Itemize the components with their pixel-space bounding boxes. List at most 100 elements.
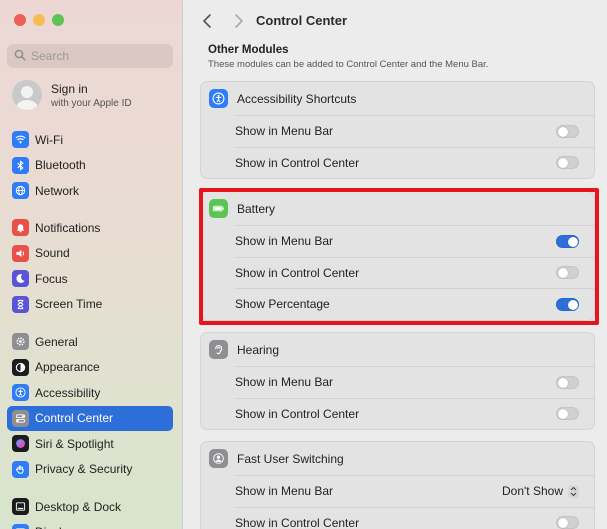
chevron-left-icon (203, 14, 211, 28)
sidebar-item-label: General (35, 334, 78, 349)
sidebar-item-label: Screen Time (35, 297, 103, 312)
toggle-switch[interactable] (556, 156, 579, 170)
sidebar-item-control-center[interactable]: Control Center (7, 405, 173, 431)
toggle-switch[interactable] (556, 266, 579, 280)
dock-icon (12, 498, 29, 516)
battery-icon (209, 199, 228, 218)
sidebar-item-label: Displays (35, 525, 80, 529)
module-card-battery: Battery Show in Menu Bar Show in Control C… (200, 191, 595, 321)
setting-row: Show in Control Center (235, 146, 594, 179)
moon-icon (12, 270, 29, 288)
sidebar-item-displays[interactable]: Displays (7, 520, 173, 529)
sidebar-item-screen-time[interactable]: Screen Time (7, 292, 173, 318)
apple-id-signin[interactable]: Sign in with your Apple ID (12, 80, 132, 110)
sidebar-item-focus[interactable]: Focus (7, 266, 173, 292)
setting-row: Show in Control Center (235, 506, 594, 529)
control-center-icon (12, 409, 29, 427)
sidebar-item-label: Control Center (35, 411, 114, 426)
toggle-switch[interactable] (556, 375, 579, 389)
toggle-switch[interactable] (556, 234, 579, 248)
setting-label: Show in Menu Bar (235, 484, 334, 499)
gear-icon (12, 333, 29, 351)
toggle-switch[interactable] (556, 297, 579, 311)
page-title: Control Center (256, 13, 347, 28)
sidebar-item-bluetooth[interactable]: Bluetooth (7, 153, 173, 179)
updown-chevron-icon (568, 484, 579, 498)
sidebar-item-desktop-dock[interactable]: Desktop & Dock (7, 494, 173, 520)
main-panel: Control Center Other Modules These modul… (184, 0, 607, 529)
close-button[interactable] (14, 14, 26, 26)
setting-label: Show Percentage (235, 297, 330, 312)
sidebar-item-sound[interactable]: Sound (7, 241, 173, 267)
user-switch-icon (209, 449, 228, 468)
globe-icon (12, 182, 29, 200)
section-description: These modules can be added to Control Ce… (208, 59, 489, 70)
toggle-knob (558, 158, 568, 169)
account-subtitle: with your Apple ID (51, 97, 132, 109)
zoom-button[interactable] (52, 14, 64, 26)
appearance-icon (12, 358, 29, 376)
module-title: Hearing (237, 342, 280, 357)
setting-row: Show in Control Center (235, 256, 594, 289)
sidebar-item-notifications[interactable]: Notifications (7, 215, 173, 241)
window-controls (14, 14, 64, 26)
accessibility-icon (209, 89, 228, 108)
sidebar-item-label: Desktop & Dock (35, 499, 122, 514)
sidebar-group: Wi-Fi Bluetooth Network (7, 127, 173, 204)
setting-label: Show in Control Center (235, 406, 360, 421)
setting-row: Show in Menu Bar (235, 115, 594, 147)
setting-row: Show Percentage (235, 288, 594, 320)
forward-button[interactable] (229, 11, 249, 31)
toggle-knob (558, 268, 568, 279)
search-input[interactable] (31, 49, 161, 63)
setting-row: Show in Menu Bar (235, 225, 594, 257)
sidebar-group: General Appearance Accessibility Control Ce… (7, 329, 173, 482)
setting-row: Show in Control Center (235, 397, 594, 430)
toggle-knob (568, 236, 578, 247)
avatar (12, 80, 42, 110)
ear-icon (209, 340, 228, 359)
menu-bar-select[interactable]: Don't Show (502, 484, 579, 498)
sidebar-item-privacy-security[interactable]: Privacy & Security (7, 457, 173, 483)
sidebar-item-network[interactable]: Network (7, 178, 173, 204)
toggle-knob (558, 518, 568, 529)
sidebar-item-label: Bluetooth (35, 158, 86, 173)
setting-label: Show in Menu Bar (235, 234, 334, 249)
hand-icon (12, 460, 29, 478)
accessibility-icon (12, 384, 29, 402)
section-title: Other Modules (208, 44, 289, 56)
bluetooth-icon (12, 156, 29, 174)
back-button[interactable] (197, 11, 217, 31)
minimize-button[interactable] (33, 14, 45, 26)
chevron-right-icon (235, 14, 243, 28)
toolbar: Control Center (184, 0, 607, 40)
setting-label: Show in Control Center (235, 515, 360, 529)
account-name: Sign in (51, 81, 88, 96)
sidebar-item-accessibility[interactable]: Accessibility (7, 380, 173, 406)
sidebar-item-label: Privacy & Security (35, 462, 133, 477)
sidebar-item-label: Notifications (35, 220, 101, 235)
module-title: Battery (237, 201, 276, 216)
speaker-icon (12, 244, 29, 262)
sidebar-item-siri-spotlight[interactable]: Siri & Spotlight (7, 431, 173, 457)
toggle-switch[interactable] (556, 516, 579, 529)
toggle-switch[interactable] (556, 407, 579, 421)
toggle-switch[interactable] (556, 124, 579, 138)
siri-icon (12, 435, 29, 453)
module-card-hearing: Hearing Show in Menu Bar Show in Control C… (200, 332, 595, 430)
toggle-knob (568, 299, 578, 310)
module-title: Accessibility Shortcuts (237, 91, 357, 106)
search-field[interactable] (7, 44, 173, 68)
sidebar-item-general[interactable]: General (7, 329, 173, 355)
toggle-knob (558, 126, 568, 137)
sidebar-item-appearance[interactable]: Appearance (7, 355, 173, 381)
module-header: Fast User Switching (201, 442, 594, 475)
search-icon (14, 49, 26, 64)
sidebar-item-wi-fi[interactable]: Wi-Fi (7, 127, 173, 153)
setting-label: Show in Control Center (235, 265, 360, 280)
display-icon (12, 523, 29, 529)
sidebar: Sign in with your Apple ID Wi-Fi Bluetoot… (0, 0, 183, 529)
sidebar-item-label: Wi-Fi (35, 132, 63, 147)
module-header: Battery (201, 192, 594, 225)
setting-row: Show in Menu Bar (235, 366, 594, 398)
